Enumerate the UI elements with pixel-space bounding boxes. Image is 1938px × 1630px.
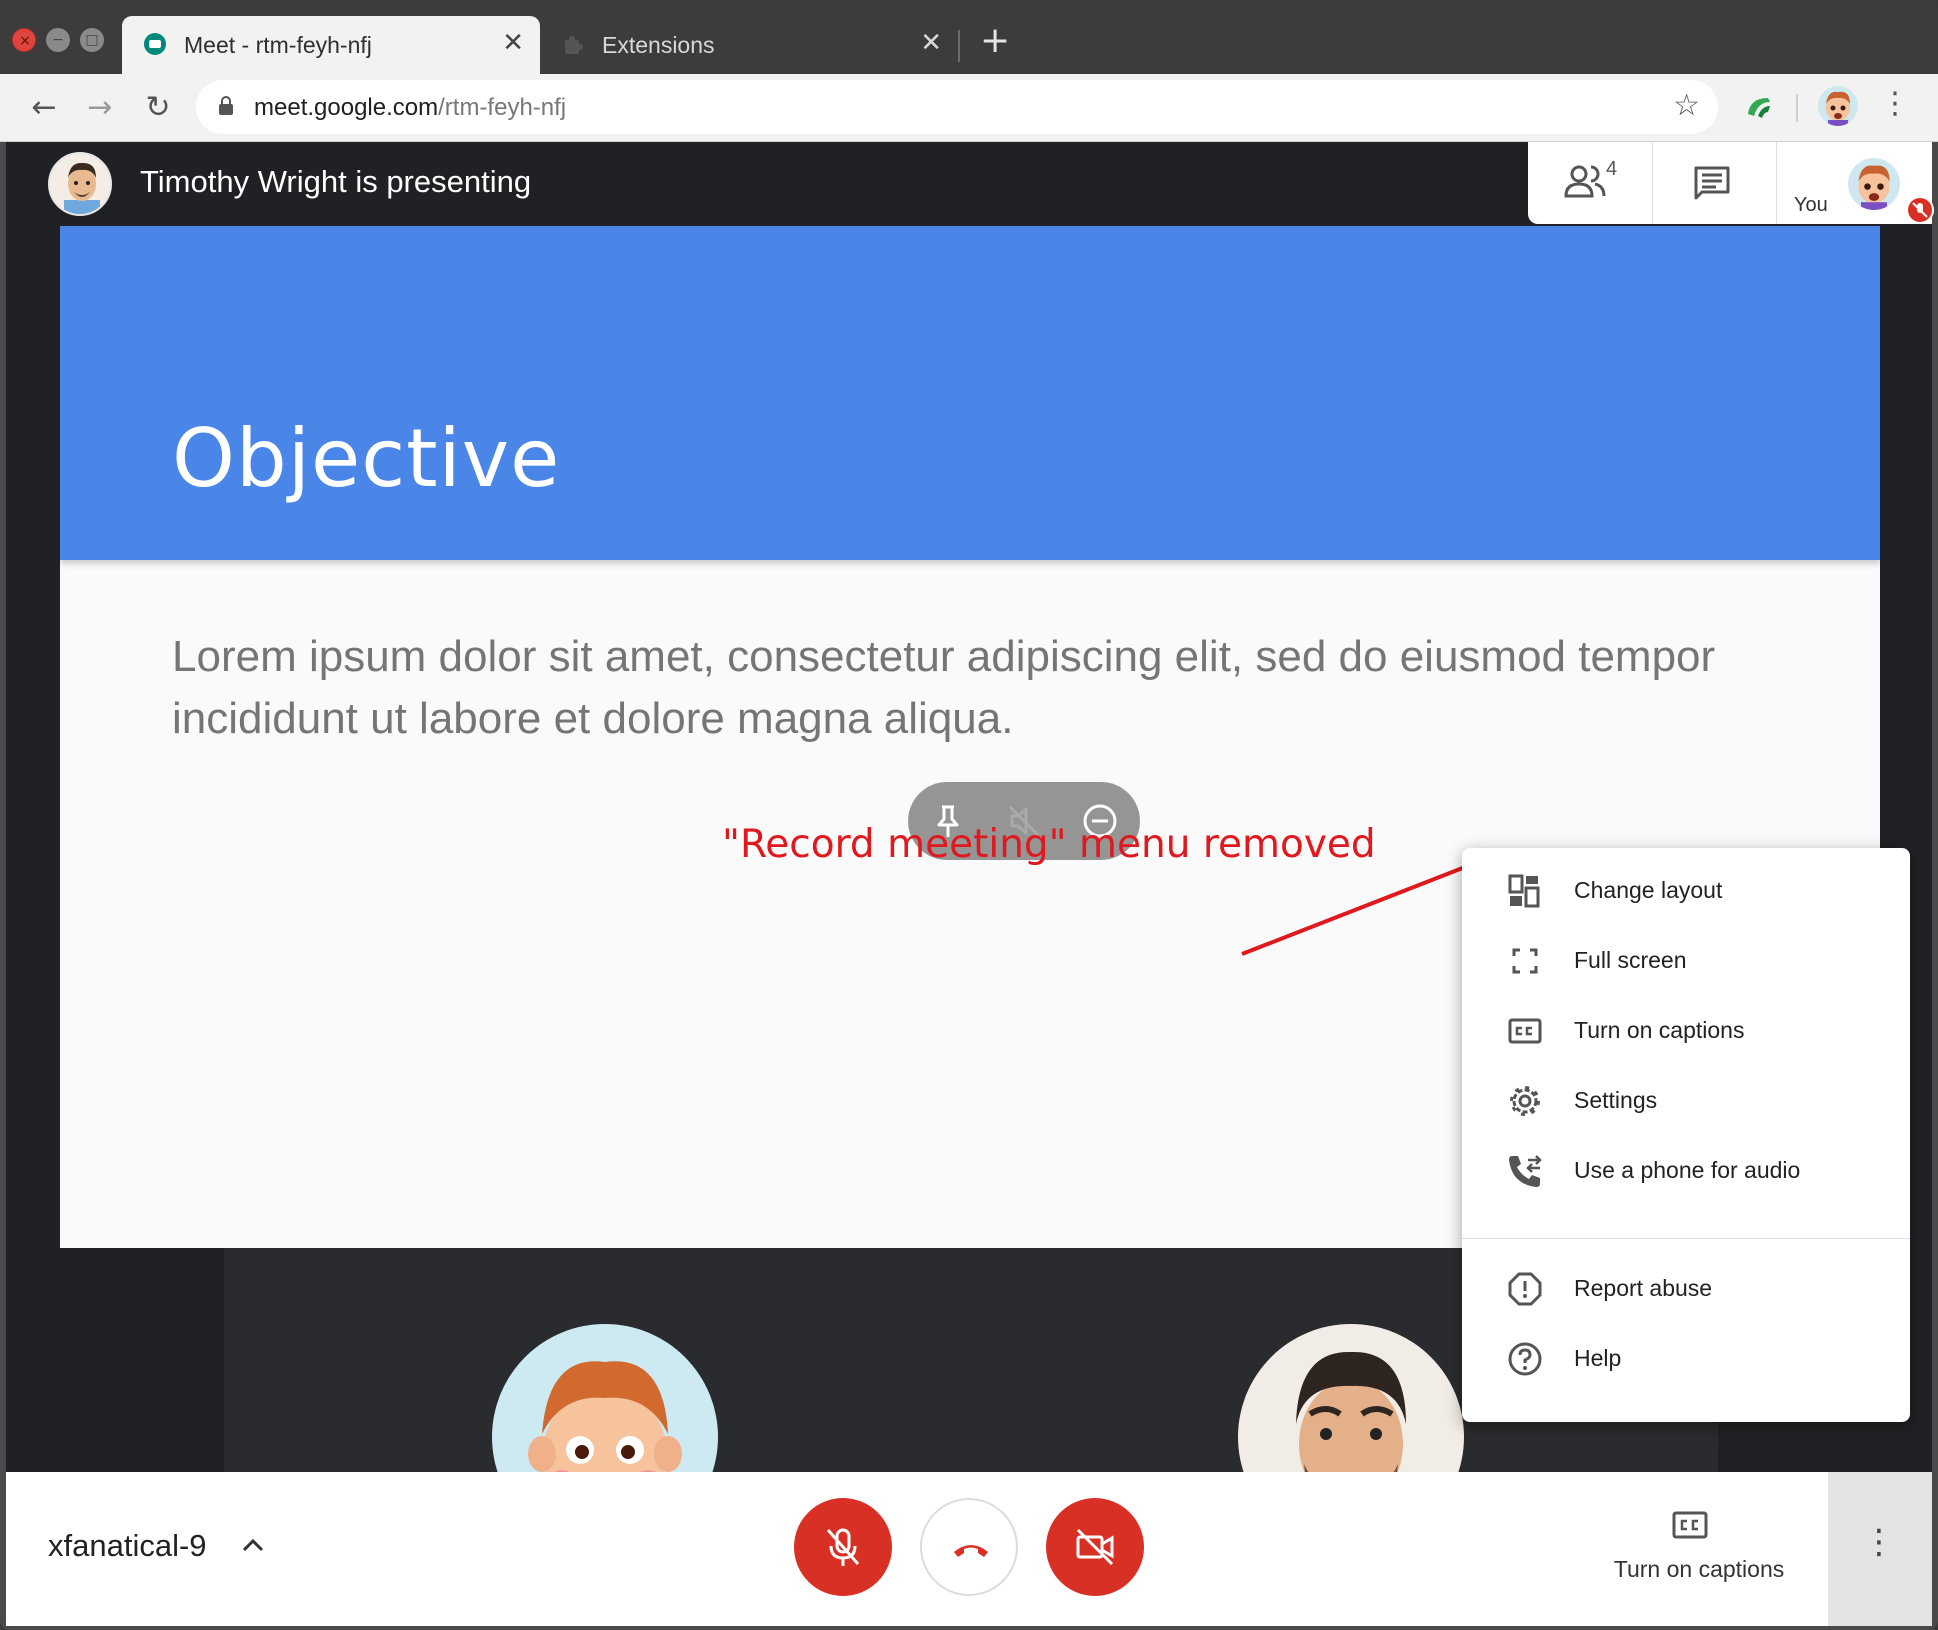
man-avatar-icon — [64, 162, 100, 214]
forward-button[interactable]: → — [80, 88, 120, 128]
menu-item-report-abuse[interactable]: Report abuse — [1462, 1254, 1910, 1324]
profile-avatar[interactable] — [1818, 86, 1858, 126]
browser-toolbar: ← → ↻ meet.google.com/rtm-feyh-nfj ☆ ⋮ — [0, 74, 1938, 142]
top-right-panel: 4 You — [1528, 142, 1934, 224]
menu-item-change-layout[interactable]: Change layout — [1462, 856, 1910, 926]
kid-avatar-icon — [1858, 165, 1890, 210]
extensions-favicon-icon — [565, 36, 583, 54]
gear-icon — [1510, 1086, 1540, 1116]
window-close-button[interactable]: × — [12, 28, 36, 52]
mic-off-icon — [826, 1528, 860, 1566]
tab-close-icon[interactable]: ✕ — [920, 28, 942, 58]
hangup-icon — [954, 1545, 988, 1557]
back-button[interactable]: ← — [24, 88, 64, 128]
meeting-controls-bar: xfanatical-9 Turn on captions ⋮ — [6, 1472, 1932, 1626]
zoom-icon: □ — [85, 32, 99, 48]
browser-menu-button[interactable]: ⋮ — [1880, 86, 1910, 121]
panel-divider — [1652, 142, 1653, 224]
chat-icon — [1694, 166, 1730, 200]
chat-button[interactable] — [1692, 164, 1732, 204]
chevron-up-icon[interactable] — [238, 1530, 268, 1560]
menu-item-settings[interactable]: Settings — [1462, 1066, 1910, 1136]
panel-divider — [1776, 142, 1777, 224]
mic-off-icon — [1912, 202, 1928, 218]
address-bar[interactable]: meet.google.com/rtm-feyh-nfj ☆ — [196, 80, 1718, 134]
menu-item-label: Full screen — [1574, 947, 1687, 973]
browser-window: × − □ Meet - rtm-feyh-nfj ✕ Extensions ✕… — [0, 0, 1938, 1630]
slide-title: Objective — [172, 412, 561, 505]
tab-title: Meet - rtm-feyh-nfj — [184, 32, 372, 58]
reload-button[interactable]: ↻ — [138, 88, 178, 128]
change-layout-icon — [1508, 874, 1540, 908]
menu-item-label: Use a phone for audio — [1574, 1157, 1801, 1183]
people-icon — [1564, 165, 1606, 198]
tab-separator — [958, 30, 960, 62]
menu-item-label: Change layout — [1574, 877, 1723, 903]
slide-body: Lorem ipsum dolor sit amet, consectetur … — [172, 632, 1716, 743]
participants-count: 4 — [1606, 158, 1618, 180]
presenting-status: Timothy Wright is presenting — [140, 164, 532, 199]
annotation-arrow-icon — [1241, 854, 1496, 956]
tab-close-icon[interactable]: ✕ — [502, 28, 524, 58]
report-icon — [1508, 1272, 1542, 1306]
self-muted-badge — [1906, 196, 1934, 224]
fullscreen-icon — [1512, 948, 1538, 974]
url-host: meet.google.com — [254, 94, 439, 121]
presenter-avatar — [48, 152, 112, 216]
captions-icon — [1508, 1018, 1542, 1044]
new-tab-button[interactable]: + — [980, 20, 1010, 61]
menu-item-label: Settings — [1574, 1087, 1658, 1113]
meet-app: Timothy Wright is presenting 4 You Objec… — [6, 142, 1934, 1626]
window-minimize-button[interactable]: − — [46, 28, 70, 52]
captions-icon — [1672, 1511, 1708, 1539]
close-icon: × — [19, 33, 31, 49]
phone-audio-icon — [1509, 1155, 1542, 1187]
bookmark-star-icon[interactable]: ☆ — [1673, 88, 1700, 123]
extension-icon[interactable] — [1744, 92, 1774, 122]
meeting-code[interactable]: xfanatical-9 — [48, 1528, 207, 1564]
more-options-button[interactable]: ⋮ — [1828, 1472, 1932, 1626]
slide-header — [60, 226, 1880, 560]
self-avatar[interactable] — [1848, 158, 1900, 210]
self-label: You — [1794, 194, 1828, 216]
menu-divider — [1462, 1238, 1910, 1239]
url-path: /rtm-feyh-nfj — [438, 94, 567, 121]
window-zoom-button[interactable]: □ — [80, 28, 104, 52]
tab-meet[interactable]: Meet - rtm-feyh-nfj ✕ — [122, 16, 540, 74]
meet-favicon-icon — [144, 33, 166, 55]
captions-label: Turn on captions — [1613, 1556, 1785, 1582]
menu-item-help[interactable]: Help — [1462, 1324, 1910, 1394]
captions-button[interactable]: Turn on captions — [1574, 1472, 1824, 1626]
more-vert-icon: ⋮ — [1862, 1522, 1896, 1562]
participants-button[interactable]: 4 — [1564, 158, 1624, 206]
menu-item-captions[interactable]: Turn on captions — [1462, 996, 1910, 1066]
kid-avatar-icon — [1826, 91, 1850, 126]
leave-call-button[interactable] — [920, 1498, 1018, 1596]
microphone-toggle-button[interactable] — [794, 1498, 892, 1596]
menu-item-label: Report abuse — [1574, 1275, 1713, 1301]
tab-title: Extensions — [602, 32, 715, 58]
menu-item-full-screen[interactable]: Full screen — [1462, 926, 1910, 996]
menu-item-phone-audio[interactable]: Use a phone for audio — [1462, 1136, 1910, 1206]
tab-strip: × − □ Meet - rtm-feyh-nfj ✕ Extensions ✕… — [0, 0, 1938, 74]
lock-icon — [219, 96, 233, 115]
toolbar-separator — [1796, 94, 1798, 122]
camera-toggle-button[interactable] — [1046, 1498, 1144, 1596]
url-text: meet.google.com/rtm-feyh-nfj — [254, 94, 566, 122]
more-options-menu: Change layout Full screen Turn on captio… — [1462, 848, 1910, 1422]
menu-item-label: Help — [1574, 1345, 1622, 1371]
menu-item-label: Turn on captions — [1574, 1017, 1745, 1043]
tab-extensions[interactable]: Extensions ✕ — [540, 16, 958, 74]
minimize-icon: − — [52, 32, 64, 48]
help-icon — [1508, 1342, 1542, 1376]
camera-off-icon — [1076, 1528, 1114, 1566]
